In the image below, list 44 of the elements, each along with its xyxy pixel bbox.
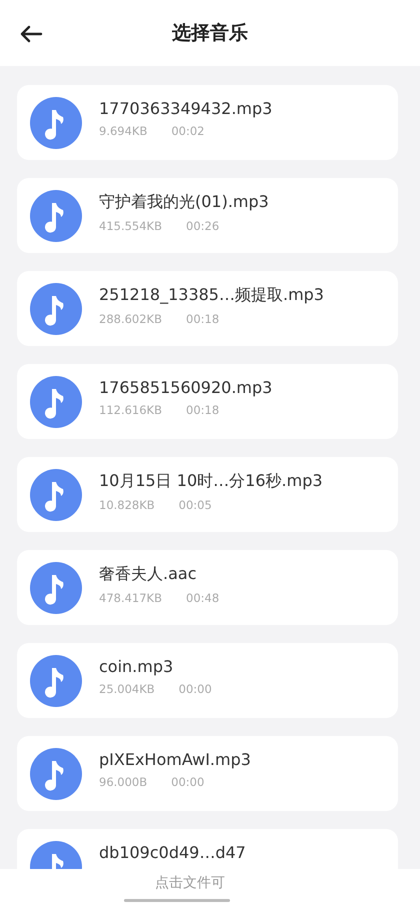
music-note-icon xyxy=(30,282,82,334)
file-size: 9.694KB xyxy=(99,124,148,138)
music-file-item[interactable]: 奢香夫人.aac 478.417KB 00:48 xyxy=(17,550,398,625)
file-duration: 00:18 xyxy=(186,312,220,326)
music-file-item[interactable]: 1765851560920.mp3 112.616KB 00:18 xyxy=(17,364,398,439)
file-duration: 00:18 xyxy=(186,403,220,417)
file-duration: 00:26 xyxy=(186,219,220,233)
file-duration: 00:00 xyxy=(178,682,212,696)
music-note-icon xyxy=(30,654,82,706)
file-name: 1765851560920.mp3 xyxy=(99,378,272,397)
file-duration: 00:05 xyxy=(178,498,212,512)
file-size: 25.004KB xyxy=(99,682,155,696)
music-note-icon xyxy=(30,376,82,428)
music-file-item[interactable]: 1770363349432.mp3 9.694KB 00:02 xyxy=(17,85,398,160)
file-name: coin.mp3 xyxy=(99,657,174,676)
file-size: 10.828KB xyxy=(99,498,155,512)
file-name: 10月15日 10时…分16秒.mp3 xyxy=(99,471,323,492)
file-duration: 00:02 xyxy=(171,124,205,138)
file-name: 251218_13385…频提取.mp3 xyxy=(99,285,324,306)
music-note-icon xyxy=(30,468,82,520)
file-size: 96.000B xyxy=(99,775,148,789)
music-note-icon xyxy=(30,748,82,800)
file-duration: 00:00 xyxy=(171,775,204,789)
music-file-item[interactable]: 10月15日 10时…分16秒.mp3 10.828KB 00:05 xyxy=(17,457,398,532)
music-file-item[interactable]: pIXExHomAwI.mp3 96.000B 00:00 xyxy=(17,736,398,811)
file-size: 288.602KB xyxy=(99,312,162,326)
file-name: pIXExHomAwI.mp3 xyxy=(99,750,251,769)
file-name: 1770363349432.mp3 xyxy=(99,99,272,118)
file-name: 奢香夫人.aac xyxy=(99,564,198,585)
file-size: 478.417KB xyxy=(99,591,162,605)
file-name: db109c0d49…d47 xyxy=(99,843,246,862)
music-file-item[interactable]: coin.mp3 25.004KB 00:00 xyxy=(17,643,398,718)
file-size: 415.554KB xyxy=(99,219,162,233)
music-file-item[interactable]: 守护着我的光(01).mp3 415.554KB 00:26 xyxy=(17,178,398,253)
music-note-icon xyxy=(30,562,82,614)
page-title: 选择音乐 xyxy=(172,21,248,46)
file-size: 112.616KB xyxy=(99,403,162,417)
file-name: 守护着我的光(01).mp3 xyxy=(99,192,269,213)
music-file-item[interactable]: db109c0d49…d47 xyxy=(17,829,398,869)
file-duration: 00:48 xyxy=(186,591,220,605)
music-note-icon xyxy=(30,190,82,242)
hint-text: 点击文件可 xyxy=(155,874,225,892)
music-file-item[interactable]: 251218_13385…频提取.mp3 288.602KB 00:18 xyxy=(17,271,398,346)
music-note-icon xyxy=(30,96,82,148)
